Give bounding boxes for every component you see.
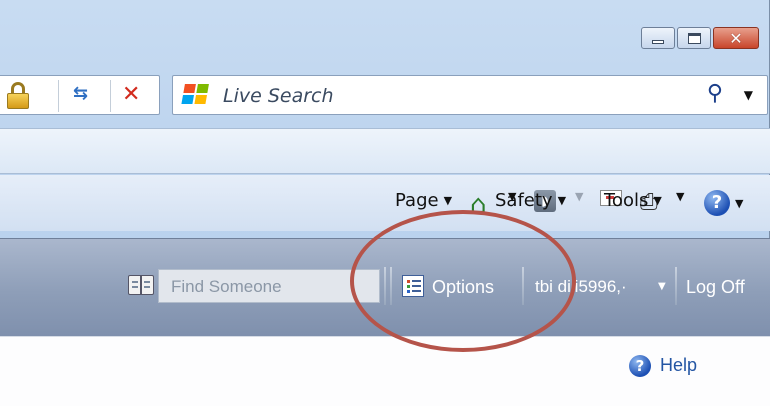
page-margin [770, 0, 778, 406]
page-menu[interactable]: Page ▼ [395, 190, 452, 211]
close-icon: ✕ [729, 28, 743, 48]
help-link[interactable]: Help [660, 355, 697, 376]
address-separator [110, 80, 111, 112]
refresh-icon[interactable]: ⇆ [73, 83, 88, 104]
page-menu-label: Page [395, 190, 439, 211]
window-controls: ✕ [641, 27, 759, 49]
chevron-down-icon: ▼ [443, 194, 453, 207]
close-button[interactable]: ✕ [713, 27, 759, 49]
maximize-button[interactable] [677, 27, 711, 49]
address-separator [58, 80, 59, 112]
search-icon[interactable]: ⚲ [707, 81, 723, 106]
tools-menu-label: Tools [604, 190, 649, 211]
address-book-icon[interactable] [128, 275, 154, 295]
safety-menu[interactable]: Safety ▼ [495, 190, 566, 211]
find-someone-input[interactable]: Find Someone [158, 269, 380, 303]
minimize-button[interactable] [641, 27, 675, 49]
log-off-button[interactable]: Log Off [686, 277, 745, 298]
help-menu-button[interactable]: ? ▼ [704, 190, 743, 216]
maximize-icon [687, 32, 701, 44]
lock-icon[interactable] [6, 82, 30, 110]
chevron-down-icon: ▼ [735, 196, 744, 210]
browser-window: ✕ ⇆ ✕ Live Search ⚲ ▼ ⌂ ▼ ◗ ▼ ⎙ ▼ Find S… [0, 0, 770, 406]
minimize-icon [652, 40, 664, 44]
print-dropdown[interactable]: ▼ [676, 190, 684, 203]
feeds-dropdown[interactable]: ▼ [575, 190, 583, 203]
chevron-down-icon: ▼ [653, 194, 662, 207]
chevron-down-icon: ▼ [575, 190, 584, 203]
chevron-down-icon: ▼ [676, 190, 685, 203]
help-icon[interactable]: ? [629, 355, 651, 377]
live-search-box[interactable]: Live Search ⚲ ▼ [172, 75, 768, 115]
safety-menu-label: Safety [495, 190, 553, 211]
help-icon: ? [704, 190, 730, 216]
chevron-down-icon[interactable]: ▼ [658, 281, 666, 292]
address-row: ⇆ ✕ Live Search ⚲ ▼ [0, 75, 770, 117]
search-input[interactable]: Live Search [223, 85, 334, 107]
content-area: ? Help [0, 336, 770, 406]
stop-icon[interactable]: ✕ [122, 82, 140, 107]
tools-menu[interactable]: Tools ▼ [604, 190, 662, 211]
search-dropdown-icon[interactable]: ▼ [744, 88, 753, 102]
chevron-down-icon: ▼ [557, 194, 567, 207]
annotation-circle [350, 210, 576, 352]
windows-logo-icon [181, 84, 211, 106]
links-bar [0, 128, 770, 174]
find-someone-placeholder: Find Someone [171, 277, 282, 296]
address-bar-end[interactable]: ⇆ ✕ [0, 75, 160, 115]
toolbar-separator [675, 267, 677, 305]
